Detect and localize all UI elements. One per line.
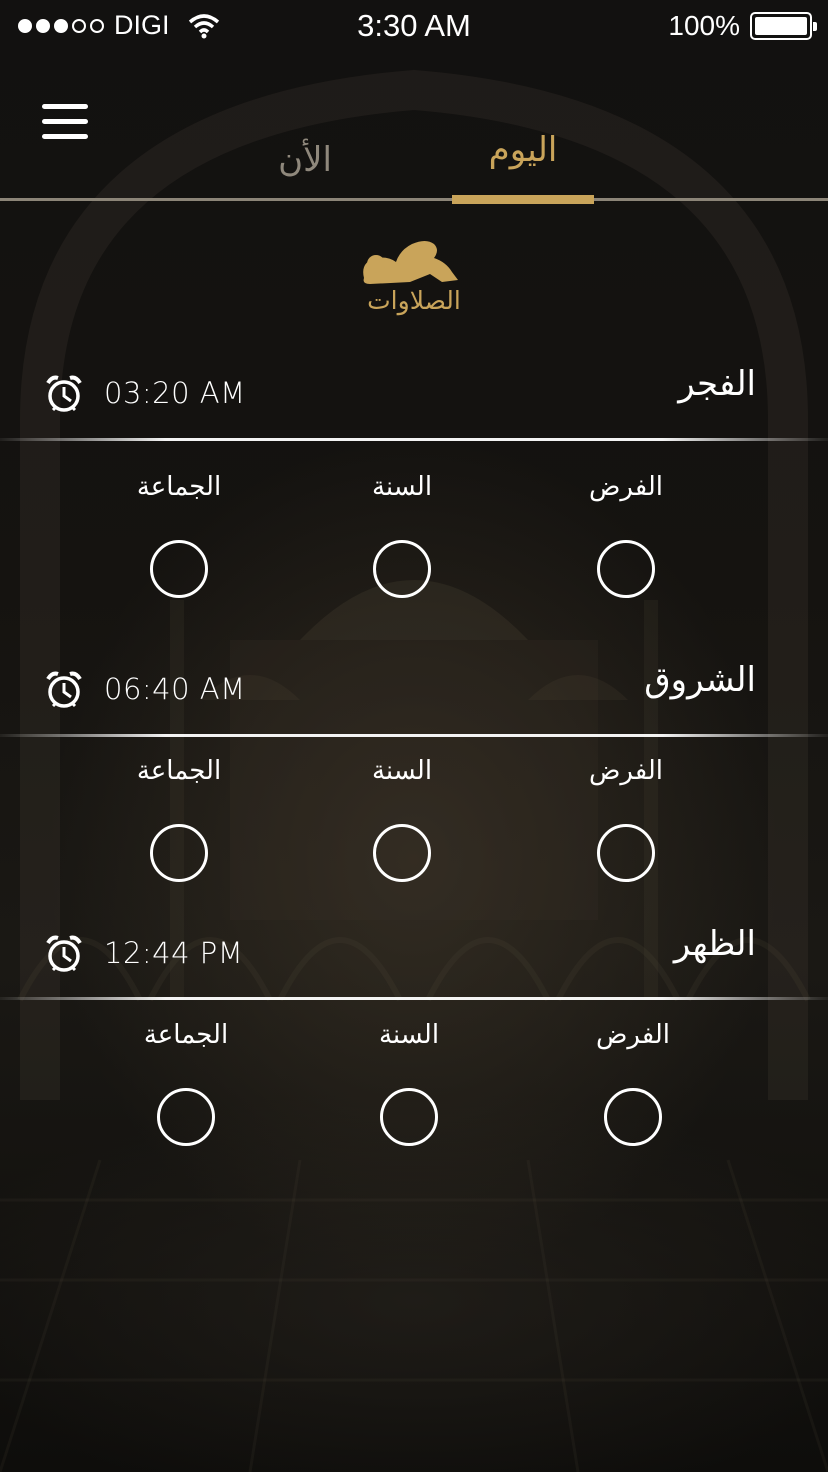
fard-checkbox[interactable] bbox=[597, 540, 655, 598]
option-label: الفرض bbox=[595, 1020, 671, 1050]
jamaah-checkbox[interactable] bbox=[157, 1088, 215, 1146]
jamaah-checkbox[interactable] bbox=[150, 540, 208, 598]
prayer-divider bbox=[0, 438, 828, 441]
option-jamaah: الجماعة bbox=[99, 472, 259, 598]
option-label: الجماعة bbox=[143, 1020, 229, 1050]
tab-bar: الأن اليوم bbox=[0, 130, 828, 206]
prayer-time: 06:40 AM bbox=[104, 672, 246, 706]
prayer-row-shuruq: 06:40 AM الشروق الفرض السنة الجماعة bbox=[0, 660, 828, 882]
prayer-time: 03:20 AM bbox=[104, 376, 246, 410]
battery-status: 100% bbox=[668, 10, 817, 42]
sunnah-checkbox[interactable] bbox=[373, 540, 431, 598]
app-screen: DIGI 3:30 AM 100% الأن اليوم الصلاوات 03… bbox=[0, 0, 828, 1472]
prayer-divider bbox=[0, 734, 828, 737]
prayer-row-dhuhr: 12:44 PM الظهر الفرض السنة الجماعة bbox=[0, 924, 828, 1146]
option-sunnah: السنة bbox=[322, 756, 482, 882]
prayer-header: 06:40 AM الشروق bbox=[0, 660, 828, 740]
option-label: السنة bbox=[371, 472, 433, 502]
option-fard: الفرض bbox=[553, 1020, 713, 1146]
prayer-name: الظهر bbox=[673, 924, 756, 964]
fard-checkbox[interactable] bbox=[604, 1088, 662, 1146]
prayer-header: 12:44 PM الظهر bbox=[0, 924, 828, 1004]
option-label: السنة bbox=[378, 1020, 440, 1050]
alarm-clock-icon[interactable] bbox=[44, 374, 84, 414]
option-label: السنة bbox=[371, 756, 433, 786]
prayer-name: الفجر bbox=[678, 364, 756, 404]
fard-checkbox[interactable] bbox=[597, 824, 655, 882]
prayer-divider bbox=[0, 997, 828, 1000]
hamburger-icon bbox=[42, 104, 88, 109]
prayer-prostration-icon bbox=[363, 241, 458, 284]
tab-divider bbox=[0, 198, 828, 201]
active-tab-indicator bbox=[452, 195, 594, 204]
option-jamaah: الجماعة bbox=[99, 756, 259, 882]
section-header: الصلاوات bbox=[330, 228, 498, 328]
option-label: الفرض bbox=[588, 756, 664, 786]
option-label: الجماعة bbox=[136, 472, 222, 502]
option-sunnah: السنة bbox=[329, 1020, 489, 1146]
battery-percentage: 100% bbox=[668, 10, 740, 41]
prayer-time: 12:44 PM bbox=[104, 936, 244, 970]
prayer-row-fajr: 03:20 AM الفجر الفرض السنة الجماعة bbox=[0, 364, 828, 598]
alarm-clock-icon[interactable] bbox=[44, 934, 84, 974]
option-fard: الفرض bbox=[546, 756, 706, 882]
prayer-name: الشروق bbox=[644, 660, 756, 700]
jamaah-checkbox[interactable] bbox=[150, 824, 208, 882]
status-bar: DIGI 3:30 AM 100% bbox=[0, 0, 828, 54]
battery-icon bbox=[750, 12, 817, 40]
option-fard: الفرض bbox=[546, 472, 706, 598]
tab-today[interactable]: اليوم bbox=[452, 130, 594, 202]
option-sunnah: السنة bbox=[322, 472, 482, 598]
prayer-header: 03:20 AM الفجر bbox=[0, 364, 828, 444]
section-title: الصلاوات bbox=[367, 286, 461, 315]
tab-now[interactable]: الأن bbox=[230, 140, 380, 212]
option-label: الجماعة bbox=[136, 756, 222, 786]
alarm-clock-icon[interactable] bbox=[44, 670, 84, 710]
option-label: الفرض bbox=[588, 472, 664, 502]
sunnah-checkbox[interactable] bbox=[373, 824, 431, 882]
option-jamaah: الجماعة bbox=[106, 1020, 266, 1146]
sunnah-checkbox[interactable] bbox=[380, 1088, 438, 1146]
